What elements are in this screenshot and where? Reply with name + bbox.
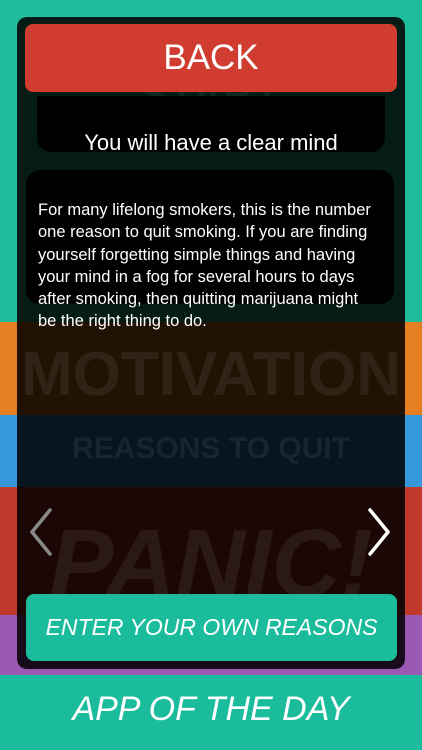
background-motivation-label: MOTIVATION bbox=[21, 340, 401, 409]
background-reasons-label: REASONS TO QUIT bbox=[72, 432, 350, 465]
back-button[interactable]: BACK bbox=[25, 24, 397, 92]
reason-body: For many lifelong smokers, this is the n… bbox=[38, 201, 371, 331]
previous-reason-button[interactable] bbox=[26, 504, 56, 560]
next-reason-button[interactable] bbox=[364, 504, 394, 560]
chevron-right-icon bbox=[368, 508, 390, 556]
enter-own-reasons-button[interactable]: ENTER YOUR OWN REASONS bbox=[26, 594, 397, 661]
app-of-the-day-banner: APP OF THE DAY bbox=[72, 690, 350, 728]
chevron-left-icon bbox=[30, 508, 52, 556]
reason-title-card: You will have a clear mind bbox=[37, 96, 385, 155]
reason-title: You will have a clear mind bbox=[84, 130, 338, 155]
